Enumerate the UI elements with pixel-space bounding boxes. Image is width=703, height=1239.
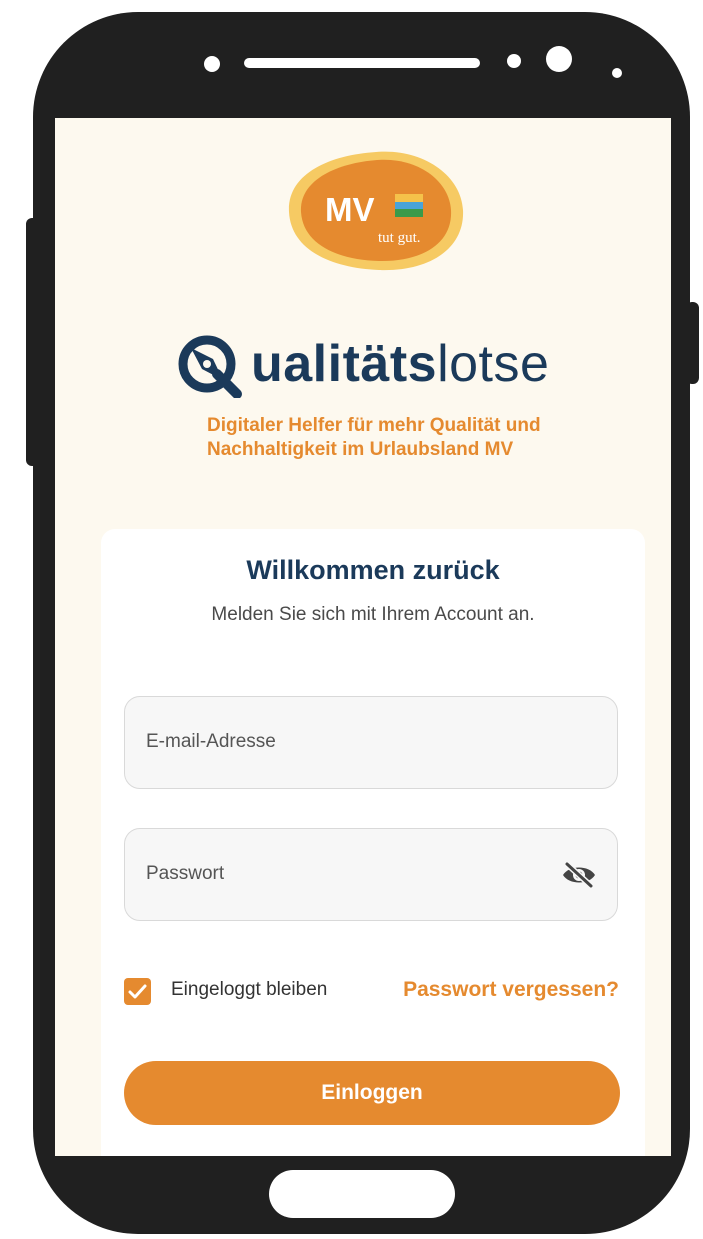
forgot-password-link[interactable]: Passwort vergessen? xyxy=(403,978,619,1002)
brand-name: ualitätslotse xyxy=(251,334,549,394)
remember-me-label[interactable]: Eingeloggt bleiben xyxy=(171,979,327,1001)
email-field[interactable]: E-mail-Adresse xyxy=(124,696,618,789)
phone-camera xyxy=(546,46,572,72)
login-button[interactable]: Einloggen xyxy=(124,1061,620,1125)
check-icon xyxy=(128,984,147,999)
tagline-line-1: Digitaler Helfer für mehr Qualität und xyxy=(207,415,541,436)
phone-speaker xyxy=(244,58,480,68)
mv-tut-gut-logo: MV tut gut. xyxy=(281,146,471,276)
login-subtitle: Melden Sie sich mit Ihrem Account an. xyxy=(211,604,535,625)
brand-name-bold: ualitäts xyxy=(251,335,438,393)
tagline-line-2: Nachhaltigkeit im Urlaubsland MV xyxy=(207,439,514,460)
logo-mv-text: MV xyxy=(325,191,375,228)
phone-sensor-dot xyxy=(507,54,521,68)
email-placeholder: E-mail-Adresse xyxy=(146,731,276,752)
login-title: Willkommen zurück xyxy=(246,555,500,585)
tagline: Digitaler Helfer für mehr Qualität und N… xyxy=(207,414,627,462)
phone-sensor-dot xyxy=(612,68,622,78)
password-placeholder: Passwort xyxy=(146,863,225,884)
brand-name-light: lotse xyxy=(437,335,550,393)
logo-slogan: tut gut. xyxy=(378,230,421,246)
app-screen: MV tut gut. ualitätslotse Digitaler Helf… xyxy=(55,118,671,1156)
login-card: Willkommen zurück Melden Sie sich mit Ih… xyxy=(101,529,645,1156)
q-compass-icon xyxy=(178,335,242,398)
qualitaetslotse-wordmark: ualitätslotse xyxy=(175,332,575,398)
password-field[interactable]: Passwort xyxy=(124,828,618,921)
phone-home-button[interactable] xyxy=(269,1170,455,1218)
remember-me-checkbox[interactable] xyxy=(124,978,151,1005)
phone-sensor-dot xyxy=(204,56,220,72)
eye-slash-icon[interactable] xyxy=(561,861,597,889)
